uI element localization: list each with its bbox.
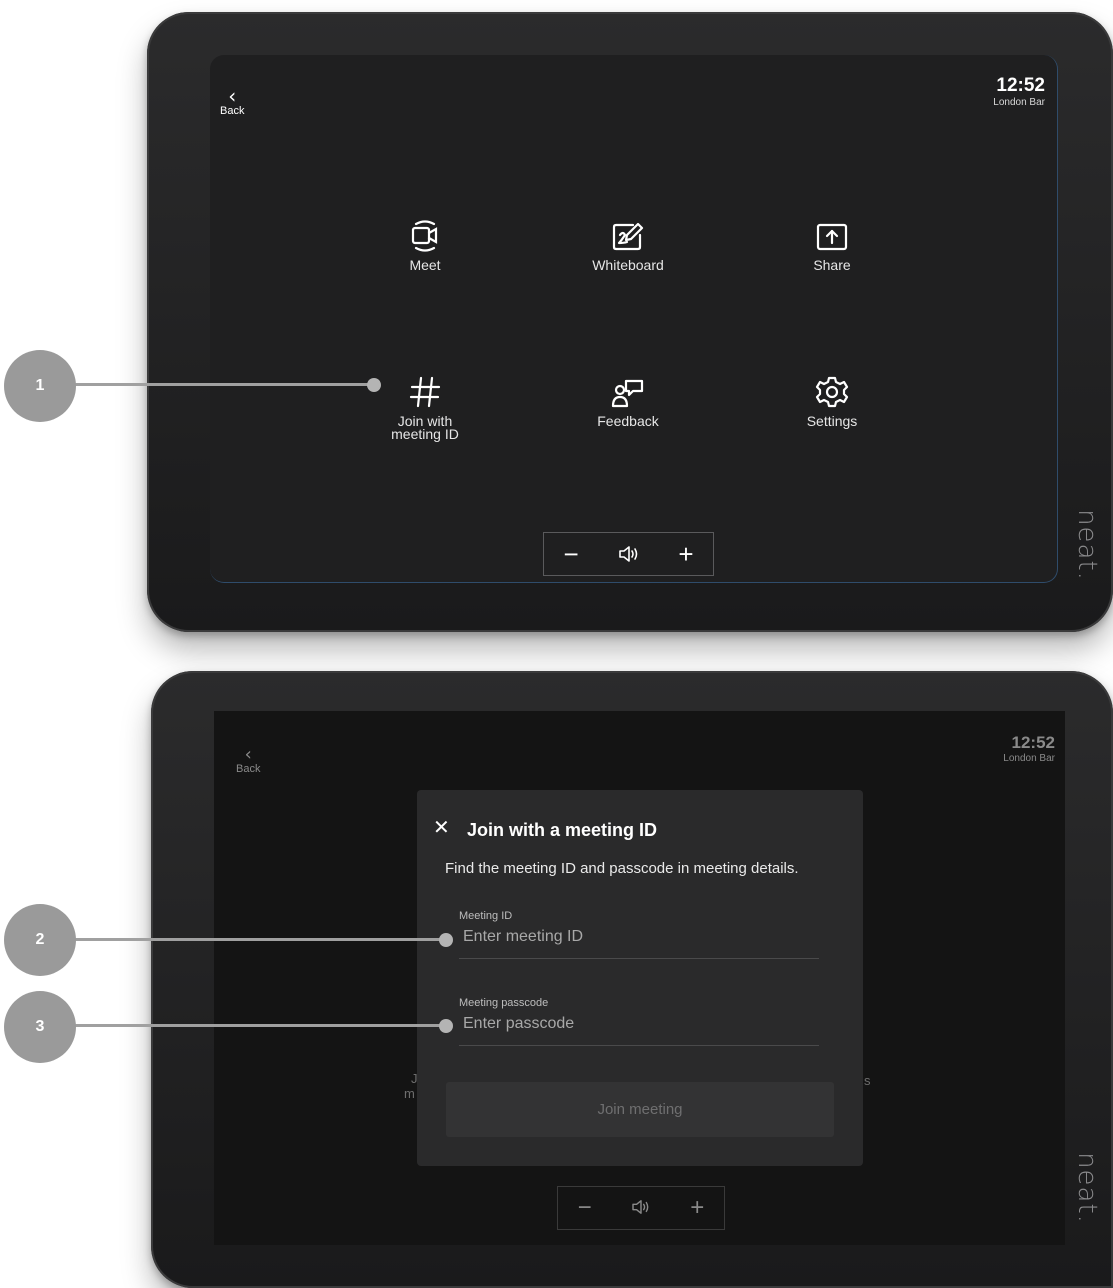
volume-down-button: − (577, 1194, 592, 1221)
home-screen: ‹ Back 12:52 London Bar Meet Whiteboard … (210, 55, 1058, 583)
speaker-icon (618, 541, 640, 567)
video-camera-icon (345, 217, 505, 253)
back-button[interactable]: ‹ Back (220, 84, 245, 117)
background-text-fragment: m (404, 1086, 415, 1101)
meeting-id-input[interactable] (459, 922, 825, 950)
callout-dot-2 (439, 933, 453, 947)
tile-feedback[interactable]: Feedback (548, 373, 708, 428)
room-name: London Bar (993, 97, 1045, 108)
share-upload-icon (752, 217, 912, 253)
tile-join-meeting-id-label: Join with meeting ID (391, 413, 459, 442)
volume-down-button[interactable]: − (563, 541, 578, 567)
tile-meet[interactable]: Meet (345, 217, 505, 272)
callout-dot-3 (439, 1019, 453, 1033)
feedback-icon (548, 373, 708, 409)
chevron-left-icon: ‹ (228, 84, 237, 108)
chevron-left-icon: ‹ (244, 744, 252, 765)
dialog-title: Join with a meeting ID (467, 820, 658, 840)
join-meeting-dialog: ✕ Join with a meeting ID Find the meetin… (417, 790, 863, 1166)
tile-whiteboard-label: Whiteboard (592, 257, 664, 273)
tile-whiteboard[interactable]: Whiteboard (548, 217, 708, 272)
callout-dot-1 (367, 378, 381, 392)
passcode-input[interactable] (459, 1009, 825, 1037)
clock: 12:52 London Bar (993, 75, 1045, 108)
tile-settings-label: Settings (806, 413, 858, 429)
volume-control: − + (543, 532, 714, 576)
meeting-id-field: Meeting ID (459, 910, 825, 959)
tile-feedback-label: Feedback (597, 413, 659, 429)
tile-meet-label: Meet (409, 257, 441, 273)
callout-leader-3 (74, 1024, 448, 1027)
callout-badge-3: 3 (4, 991, 76, 1063)
neat-logo: neat. (1072, 509, 1103, 581)
volume-up-button[interactable]: + (678, 541, 693, 567)
dialog-subtitle: Find the meeting ID and passcode in meet… (445, 860, 799, 877)
callout-leader-1 (74, 383, 374, 386)
clock-time: 12:52 (1011, 733, 1055, 752)
gear-icon (752, 373, 912, 409)
tile-settings[interactable]: Settings (752, 373, 912, 428)
device-bottom: ‹ Back 12:52 London Bar J m s − + ✕ Join… (151, 671, 1113, 1288)
volume-control-dimmed: − + (557, 1186, 725, 1230)
callout-badge-1: 1 (4, 350, 76, 422)
callout-badge-2: 2 (4, 904, 76, 976)
callout-leader-2 (74, 938, 448, 941)
device-top: ‹ Back 12:52 London Bar Meet Whiteboard … (147, 12, 1113, 632)
back-label: Back (236, 763, 261, 775)
tile-share[interactable]: Share (752, 217, 912, 272)
join-meeting-screen: ‹ Back 12:52 London Bar J m s − + ✕ Join… (214, 711, 1065, 1245)
passcode-field: Meeting passcode (459, 997, 825, 1046)
close-icon[interactable]: ✕ (433, 818, 450, 838)
back-button-dimmed: ‹ Back (236, 744, 261, 776)
whiteboard-pen-icon (548, 217, 708, 253)
passcode-label: Meeting passcode (459, 997, 549, 1009)
neat-logo: neat. (1072, 1152, 1103, 1224)
join-meeting-button[interactable]: Join meeting (446, 1082, 834, 1137)
meeting-id-label: Meeting ID (459, 910, 513, 922)
background-text-fragment: s (864, 1073, 871, 1088)
back-label: Back (220, 105, 245, 117)
volume-up-button: + (690, 1194, 705, 1221)
speaker-icon (631, 1194, 651, 1222)
room-name: London Bar (1003, 753, 1055, 764)
tile-share-label: Share (813, 257, 851, 273)
clock-time: 12:52 (996, 75, 1045, 96)
clock-dimmed: 12:52 London Bar (1003, 733, 1055, 764)
